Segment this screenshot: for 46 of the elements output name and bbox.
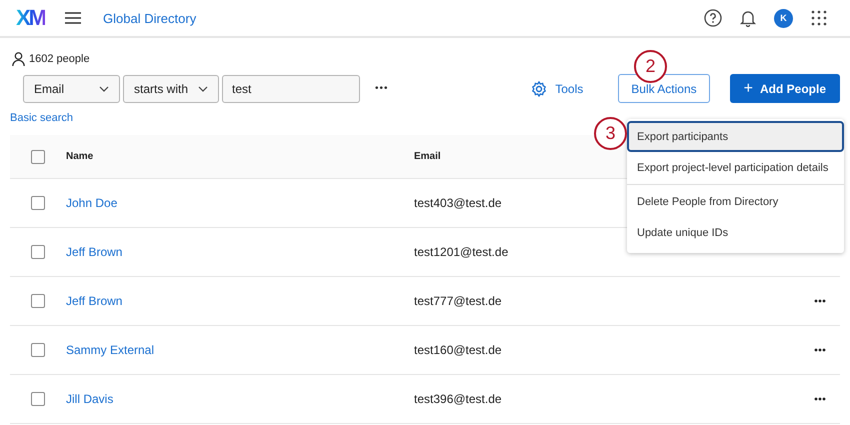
menu-icon[interactable] [65, 12, 81, 24]
email-cell: test160@test.de [414, 343, 502, 357]
person-icon [12, 52, 25, 66]
row-checkbox[interactable] [31, 245, 45, 259]
chevron-down-icon [99, 86, 109, 92]
user-avatar[interactable]: K [774, 8, 793, 28]
row-checkbox[interactable] [31, 196, 45, 210]
add-people-button[interactable]: + Add People [730, 74, 840, 103]
more-options-button[interactable]: ••• [371, 83, 393, 94]
person-name-link[interactable]: Jeff Brown [66, 245, 414, 259]
chevron-down-icon [198, 86, 208, 92]
email-cell: test1201@test.de [414, 245, 508, 259]
people-count: 1602 people [29, 53, 90, 65]
email-cell: test396@test.de [414, 392, 502, 406]
search-value-field[interactable]: test [222, 74, 360, 102]
menu-item[interactable]: Export participants [627, 121, 844, 152]
person-name-link[interactable]: John Doe [66, 196, 414, 210]
more-icon [814, 299, 826, 303]
basic-search-link[interactable]: Basic search [10, 112, 73, 124]
tools-button[interactable]: Tools [525, 80, 590, 98]
operator-dropdown[interactable]: starts with [123, 74, 219, 102]
menu-item[interactable]: Update unique IDs [627, 217, 844, 248]
person-name-link[interactable]: Sammy External [66, 343, 414, 357]
help-icon[interactable] [704, 9, 722, 27]
menu-item[interactable]: Delete People from Directory [627, 186, 844, 217]
step-number-badge: 2 [634, 50, 667, 83]
more-icon [814, 348, 826, 352]
column-header: Name [66, 151, 94, 162]
field-dropdown[interactable]: Email [23, 74, 120, 102]
person-name-link[interactable]: Jill Davis [66, 392, 414, 406]
column-header: Email [414, 151, 442, 162]
page-title[interactable]: Global Directory [103, 10, 196, 26]
select-all-checkbox[interactable] [31, 150, 45, 164]
row-checkbox[interactable] [31, 392, 45, 406]
row-checkbox[interactable] [31, 294, 45, 308]
menu-item[interactable]: Export project-level participation details [627, 152, 844, 183]
step-number-badge: 3 [594, 117, 627, 150]
row-checkbox[interactable] [31, 343, 45, 357]
bulk-actions-button[interactable]: Bulk Actions [618, 74, 710, 103]
email-cell: test403@test.de [414, 196, 502, 210]
app-grid-icon[interactable] [811, 10, 827, 26]
person-name-link[interactable]: Jeff Brown [66, 294, 414, 308]
email-cell: test777@test.de [414, 294, 502, 308]
more-icon [814, 397, 826, 401]
bell-icon[interactable] [740, 9, 756, 27]
gear-icon [531, 80, 548, 96]
